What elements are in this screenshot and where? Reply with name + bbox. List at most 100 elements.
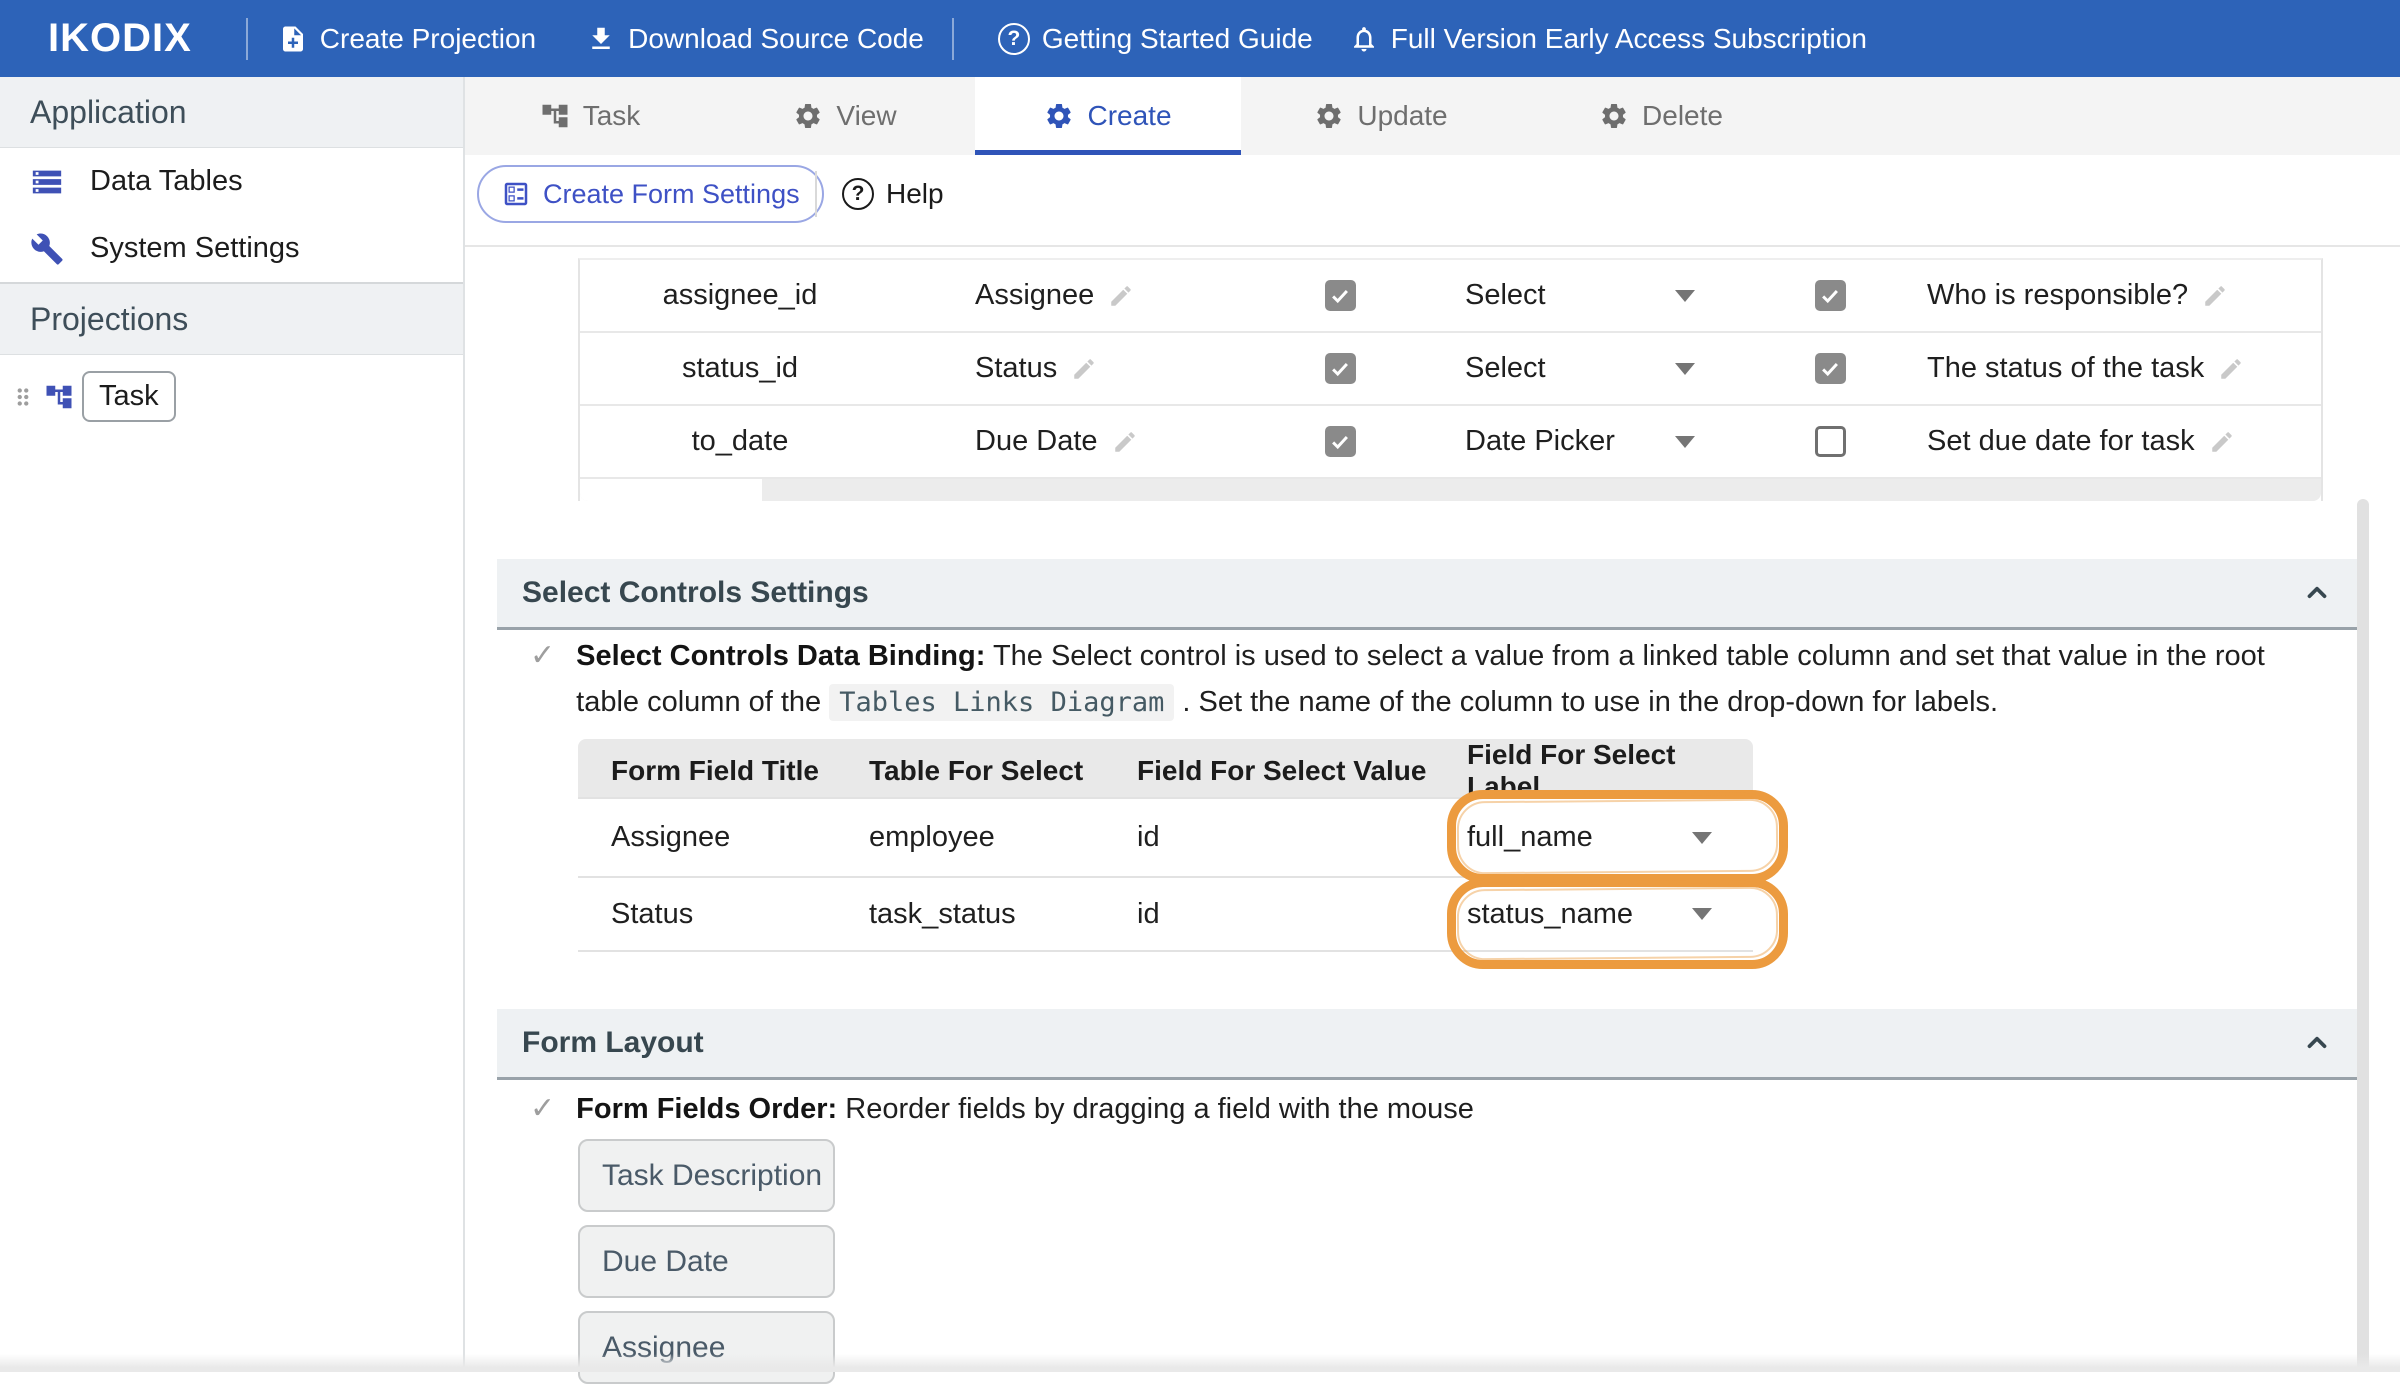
required-checkbox[interactable] bbox=[1814, 426, 1846, 457]
help-circle-icon: ? bbox=[842, 178, 874, 210]
field-description: The status of the task bbox=[1927, 352, 2205, 384]
visible-checkbox[interactable] bbox=[1324, 353, 1356, 384]
edit-pencil-icon[interactable] bbox=[1071, 356, 1097, 382]
required-checkbox[interactable] bbox=[1814, 353, 1846, 384]
wrench-icon bbox=[31, 233, 63, 265]
form-fields-order-hint: ✓ Form Fields Order: Reorder fields by d… bbox=[530, 1086, 2296, 1132]
top-navbar: IKODIX Create Projection Download Source… bbox=[0, 0, 2400, 77]
tab-update[interactable]: Update bbox=[1241, 77, 1521, 155]
chevron-up-icon[interactable] bbox=[2302, 578, 2332, 608]
tab-create[interactable]: Create bbox=[975, 77, 1241, 155]
nav-label: Download Source Code bbox=[628, 22, 924, 54]
horizontal-scrollbar[interactable] bbox=[580, 479, 2321, 501]
chevron-down-icon bbox=[1675, 289, 1695, 302]
toolbar-rule bbox=[465, 245, 2400, 247]
nav-label: Create Projection bbox=[319, 22, 537, 54]
field-title: Status bbox=[975, 352, 1058, 384]
projection-task-chip[interactable]: Task bbox=[82, 371, 176, 422]
chevron-down-icon bbox=[1692, 831, 1712, 844]
field-for-select-label-dropdown[interactable]: full_name bbox=[1467, 821, 1712, 854]
visible-checkbox[interactable] bbox=[1324, 280, 1356, 311]
field-for-select-value-cell: id bbox=[1137, 821, 1160, 853]
tab-view[interactable]: View bbox=[715, 77, 975, 155]
section-title: Form Layout bbox=[522, 1026, 704, 1059]
gear-icon bbox=[796, 104, 821, 128]
field-for-select-label-dropdown[interactable]: status_name bbox=[1467, 898, 1712, 931]
tab-bar: Task View Create Update Delete bbox=[465, 77, 2400, 155]
tab-task[interactable]: Task bbox=[465, 77, 715, 155]
nav-label: Getting Started Guide bbox=[1041, 22, 1313, 54]
sidebar: Application Data Tables System Settings … bbox=[0, 77, 465, 1372]
draggable-field-due-date[interactable]: Due Date bbox=[578, 1225, 835, 1298]
sidebar-item-label: System Settings bbox=[90, 232, 300, 264]
nav-create-projection[interactable]: Create Projection bbox=[278, 23, 536, 55]
edit-pencil-icon[interactable] bbox=[2218, 356, 2244, 382]
visible-checkbox[interactable] bbox=[1324, 426, 1356, 457]
draggable-field-assignee[interactable]: Assignee bbox=[578, 1311, 835, 1384]
navbar-divider bbox=[245, 17, 248, 60]
tree-icon bbox=[46, 385, 72, 408]
hint-label: Form Fields Order: bbox=[576, 1093, 838, 1125]
form-fields-table: assignee_id Assignee Select Who is respo… bbox=[578, 258, 2323, 501]
sidebar-item-system-settings[interactable]: System Settings bbox=[0, 215, 463, 282]
bell-icon bbox=[1353, 26, 1374, 51]
column-header: Field For Select Value bbox=[1137, 755, 1427, 786]
create-form-settings-button[interactable]: Create Form Settings bbox=[477, 165, 824, 223]
table-for-select-cell: task_status bbox=[869, 897, 1016, 930]
control-type-select[interactable]: Select bbox=[1465, 279, 1695, 312]
data-tables-icon bbox=[32, 170, 62, 193]
help-button[interactable]: ? Help bbox=[842, 165, 944, 223]
table-row: assignee_id Assignee Select Who is respo… bbox=[580, 260, 2321, 333]
nav-full-version-subscription[interactable]: Full Version Early Access Subscription bbox=[1349, 23, 1867, 55]
column-header: Form Field Title bbox=[611, 755, 819, 786]
download-icon bbox=[592, 27, 610, 49]
draggable-field-task-description[interactable]: Task Description bbox=[578, 1139, 835, 1212]
scrollbar-thumb[interactable] bbox=[580, 479, 762, 501]
edit-pencil-icon[interactable] bbox=[1108, 283, 1134, 309]
tree-icon bbox=[542, 104, 568, 128]
table-row: to_date Due Date Date Picker Set due dat… bbox=[580, 406, 2321, 479]
form-field-title-cell: Status bbox=[611, 897, 694, 930]
required-checkbox[interactable] bbox=[1814, 280, 1846, 311]
nav-getting-started-guide[interactable]: ? Getting Started Guide bbox=[997, 22, 1313, 55]
sidebar-item-label: Data Tables bbox=[90, 165, 243, 197]
drag-handle-icon[interactable] bbox=[10, 384, 36, 410]
column-header: Field For Select Label bbox=[1467, 739, 1676, 802]
table-for-select-cell: employee bbox=[869, 821, 995, 853]
control-type-select[interactable]: Select bbox=[1465, 352, 1695, 385]
edit-pencil-icon[interactable] bbox=[2209, 429, 2235, 455]
navbar-divider bbox=[951, 17, 954, 60]
check-icon: ✓ bbox=[530, 639, 556, 672]
chevron-up-icon[interactable] bbox=[2302, 1028, 2332, 1058]
section-title: Select Controls Settings bbox=[522, 576, 869, 609]
control-type-select[interactable]: Date Picker bbox=[1465, 425, 1695, 458]
edit-pencil-icon[interactable] bbox=[1112, 429, 1138, 455]
select-binding-table: Form Field Title Table For Select Field … bbox=[578, 739, 1753, 952]
table-row: Assignee employee id full_name bbox=[578, 797, 1753, 876]
app-logo[interactable]: IKODIX bbox=[48, 16, 192, 61]
section-form-layout: Form Layout bbox=[497, 1009, 2357, 1080]
chevron-down-icon bbox=[1675, 362, 1695, 375]
edit-pencil-icon[interactable] bbox=[2202, 283, 2228, 309]
field-name-cell: to_date bbox=[691, 425, 789, 457]
tab-delete[interactable]: Delete bbox=[1521, 77, 1801, 155]
field-title: Assignee bbox=[975, 279, 1095, 311]
code-chip: Tables Links Diagram bbox=[829, 684, 1175, 721]
section-select-controls-settings: Select Controls Settings bbox=[497, 559, 2357, 630]
note-add-icon bbox=[282, 26, 303, 51]
select-controls-hint: ✓ Select Controls Data Binding: The Sele… bbox=[530, 633, 2296, 726]
nav-download-source-code[interactable]: Download Source Code bbox=[586, 23, 924, 55]
gear-icon bbox=[1602, 104, 1626, 128]
field-title: Due Date bbox=[975, 425, 1098, 457]
chevron-down-icon bbox=[1675, 435, 1695, 448]
ballot-icon bbox=[504, 182, 528, 206]
field-name-cell: status_id bbox=[681, 352, 799, 384]
table-row: Status task_status id status_name bbox=[578, 876, 1753, 952]
projection-task-row: Task bbox=[10, 371, 463, 422]
vertical-scrollbar[interactable] bbox=[2357, 499, 2369, 1372]
sidebar-section-application: Application bbox=[0, 77, 463, 148]
table-header-row: Form Field Title Table For Select Field … bbox=[578, 739, 1753, 802]
sidebar-item-data-tables[interactable]: Data Tables bbox=[0, 148, 463, 215]
check-icon: ✓ bbox=[530, 1092, 556, 1125]
form-field-title-cell: Assignee bbox=[611, 821, 731, 853]
